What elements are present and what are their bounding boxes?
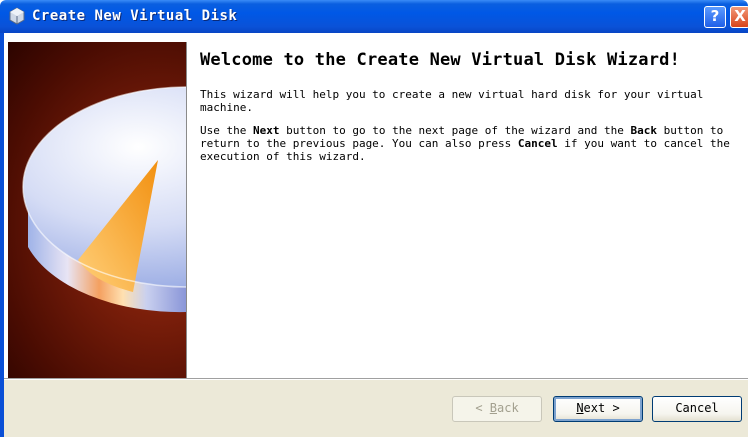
navigation-help-text: Use the Next button to go to the next pa… (200, 124, 730, 163)
help-button[interactable]: ? (704, 6, 726, 28)
window-title: Create New Virtual Disk (32, 8, 238, 24)
back-mnemonic: B (489, 401, 497, 415)
help-text-1: Use the (200, 124, 253, 137)
page-title: Welcome to the Create New Virtual Disk W… (200, 50, 681, 70)
next-keyword: Next (252, 124, 280, 137)
next-mnemonic: N (576, 401, 584, 415)
title-bar[interactable]: Create New Virtual Disk ? X (0, 0, 748, 33)
next-suffix: > (605, 401, 620, 415)
virtual-disk-icon (9, 7, 25, 25)
back-prefix: < (475, 401, 490, 415)
back-button[interactable]: < Back (452, 396, 542, 422)
cancel-button[interactable]: Cancel (652, 396, 742, 422)
pie-disk-illustration (22, 86, 186, 313)
cancel-keyword: Cancel (517, 137, 558, 150)
back-rest: ack (497, 401, 519, 415)
next-button[interactable]: Next > (553, 396, 643, 422)
next-rest: ext (583, 401, 606, 415)
back-keyword: Back (630, 124, 657, 137)
wizard-content: Welcome to the Create New Virtual Disk W… (200, 50, 748, 173)
wizard-banner (8, 42, 187, 378)
close-button[interactable]: X (730, 6, 748, 28)
help-text-2: button to go to the next page of the wiz… (279, 124, 631, 137)
intro-text: This wizard will help you to create a ne… (200, 88, 704, 114)
